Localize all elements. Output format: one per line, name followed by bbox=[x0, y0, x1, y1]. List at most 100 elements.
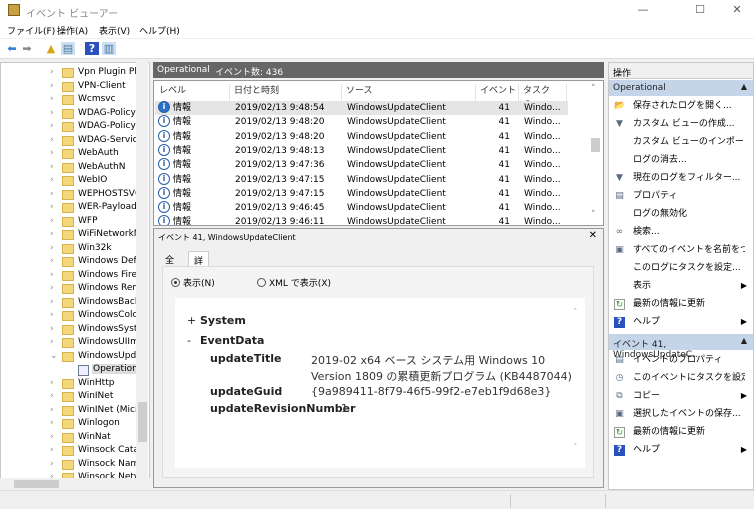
action-item[interactable]: ▤ プロパティ bbox=[609, 187, 753, 205]
tree-item[interactable]: › WiFiNetworkM bbox=[1, 229, 141, 242]
table-row[interactable]: i 情報 2019/02/13 9:47:15 WindowsUpdateClient… bbox=[155, 172, 568, 187]
tree-vertical-scrollbar[interactable] bbox=[136, 62, 148, 478]
chevron-right-icon[interactable]: › bbox=[50, 459, 54, 469]
tree-item[interactable]: › Windows Rem bbox=[1, 283, 141, 296]
up-folder-icon[interactable]: ▲ bbox=[44, 42, 58, 55]
tree-item[interactable]: › WebIO bbox=[1, 175, 141, 188]
action-item[interactable]: ログの消去... bbox=[609, 151, 753, 169]
chevron-right-icon[interactable]: › bbox=[50, 391, 54, 401]
column-header[interactable]: レベル bbox=[155, 84, 230, 101]
tree-item[interactable]: › WebAuth bbox=[1, 148, 141, 161]
chevron-right-icon[interactable]: › bbox=[50, 310, 54, 320]
tree-item[interactable]: › VPN-Client bbox=[1, 81, 141, 94]
tree-item[interactable]: › WindowsColor bbox=[1, 310, 141, 323]
chevron-right-icon[interactable]: › bbox=[50, 121, 54, 131]
tree-item[interactable]: › WDAG-PolicyE bbox=[1, 108, 141, 121]
maximize-button[interactable]: ☐ bbox=[685, 3, 715, 19]
chevron-right-icon[interactable]: › bbox=[50, 297, 54, 307]
table-row[interactable]: i 情報 2019/02/13 9:47:15 WindowsUpdateClient… bbox=[155, 186, 568, 201]
operational-section[interactable]: Operational ▲ bbox=[609, 80, 753, 96]
action-item[interactable]: このログにタスクを設定... bbox=[609, 259, 753, 277]
action-item[interactable]: ▣ すべてのイベントを名前をつ... bbox=[609, 241, 753, 259]
action-item[interactable]: ? ヘルプ ▶ bbox=[609, 441, 753, 459]
tree-item[interactable]: ⌄ WindowsUpda bbox=[1, 351, 141, 364]
column-header[interactable]: ソース bbox=[342, 84, 476, 101]
tree-horizontal-scrollbar[interactable] bbox=[0, 478, 150, 490]
eventdata-node[interactable]: EventData bbox=[200, 334, 264, 347]
action-item[interactable]: ▣ 選択したイベントの保存... bbox=[609, 405, 753, 423]
table-row[interactable]: i 情報 2019/02/13 9:48:54 WindowsUpdateClient… bbox=[155, 101, 568, 115]
tree-item[interactable]: › WinINet (Micr bbox=[1, 405, 141, 418]
table-row[interactable]: i 情報 2019/02/13 9:48:13 WindowsUpdateClient… bbox=[155, 143, 568, 158]
chevron-right-icon[interactable]: › bbox=[50, 324, 54, 334]
chevron-down-icon[interactable]: ⌄ bbox=[50, 351, 58, 361]
chevron-right-icon[interactable]: › bbox=[50, 148, 54, 158]
chevron-right-icon[interactable]: › bbox=[50, 175, 54, 185]
tree-item[interactable]: › Winsock Catal bbox=[1, 445, 141, 458]
help-icon[interactable]: ? bbox=[85, 42, 99, 55]
action-item[interactable]: 表示 ▶ bbox=[609, 277, 753, 295]
scroll-up-icon[interactable]: ˄ bbox=[573, 308, 578, 318]
column-header[interactable]: イベント ... bbox=[476, 84, 519, 110]
event-list-scrollbar[interactable]: ˄ ˅ bbox=[589, 82, 602, 224]
chevron-right-icon[interactable]: › bbox=[50, 445, 54, 455]
action-item[interactable]: ▼ 現在のログをフィルター... bbox=[609, 169, 753, 187]
chevron-right-icon[interactable]: › bbox=[50, 202, 54, 212]
tree-item[interactable]: › Winsock Name bbox=[1, 459, 141, 472]
action-item[interactable]: ▤ イベントのプロパティ bbox=[609, 351, 753, 369]
chevron-right-icon[interactable]: › bbox=[50, 189, 54, 199]
show-hide-action-pane-icon[interactable]: ▥ bbox=[102, 42, 116, 55]
chevron-right-icon[interactable]: › bbox=[50, 135, 54, 145]
forward-arrow-icon[interactable]: ➡ bbox=[20, 42, 34, 55]
chevron-right-icon[interactable]: › bbox=[50, 81, 54, 91]
xml-view-radio[interactable]: XML で表示(X) bbox=[257, 276, 331, 289]
action-item[interactable]: ログの無効化 bbox=[609, 205, 753, 223]
tree-item[interactable]: › WinINet bbox=[1, 391, 141, 404]
tree-item[interactable]: › WDAG-PolicyE bbox=[1, 121, 141, 134]
action-item[interactable]: ↻ 最新の情報に更新 bbox=[609, 295, 753, 313]
chevron-right-icon[interactable]: › bbox=[50, 229, 54, 239]
tree-item[interactable]: › Wcmsvc bbox=[1, 94, 141, 107]
tree-item[interactable]: › Win32k bbox=[1, 243, 141, 256]
column-header[interactable]: 日付と時刻 bbox=[230, 84, 342, 101]
back-arrow-icon[interactable]: ⬅ bbox=[5, 42, 19, 55]
table-row[interactable]: i 情報 2019/02/13 9:48:20 WindowsUpdateClient… bbox=[155, 129, 568, 144]
tree-item[interactable]: › Windows Firev bbox=[1, 270, 141, 283]
chevron-right-icon[interactable]: › bbox=[50, 243, 54, 253]
tree-item[interactable]: › WEPHOSTSVC bbox=[1, 189, 141, 202]
menu-file[interactable]: ファイル(F) bbox=[7, 24, 55, 37]
tree-item[interactable]: › Windows Defe bbox=[1, 256, 141, 269]
chevron-right-icon[interactable]: › bbox=[50, 405, 54, 415]
chevron-right-icon[interactable]: › bbox=[50, 162, 54, 172]
chevron-right-icon[interactable]: › bbox=[50, 432, 54, 442]
column-header[interactable]: タスクの... bbox=[519, 84, 567, 110]
collapse-up-icon[interactable]: ▲ bbox=[741, 82, 747, 91]
tree-item[interactable]: › Winlogon bbox=[1, 418, 141, 431]
friendly-view-radio[interactable]: 表示(N) bbox=[171, 276, 215, 289]
tree-item[interactable]: Operational bbox=[1, 364, 141, 377]
tree-item[interactable]: › Vpn Plugin Pla bbox=[1, 67, 141, 80]
chevron-right-icon[interactable]: › bbox=[50, 418, 54, 428]
chevron-right-icon[interactable]: › bbox=[50, 256, 54, 266]
scroll-down-icon[interactable]: ˅ bbox=[573, 443, 578, 453]
tree-item[interactable]: › WebAuthN bbox=[1, 162, 141, 175]
action-item[interactable]: ∞ 検索... bbox=[609, 223, 753, 241]
chevron-right-icon[interactable]: › bbox=[50, 67, 54, 77]
tree-item[interactable]: › WFP bbox=[1, 216, 141, 229]
chevron-right-icon[interactable]: › bbox=[50, 378, 54, 388]
chevron-right-icon[interactable]: › bbox=[50, 283, 54, 293]
table-row[interactable]: i 情報 2019/02/13 9:46:11 WindowsUpdateClient… bbox=[155, 215, 568, 225]
tree-item[interactable]: › WindowsBack bbox=[1, 297, 141, 310]
menu-help[interactable]: ヘルプ(H) bbox=[139, 24, 180, 37]
tree-item[interactable]: › WindowsSyste bbox=[1, 324, 141, 337]
tree-item[interactable]: › WindowsUIImm bbox=[1, 337, 141, 350]
eventdata-collapse-toggle[interactable]: - bbox=[187, 334, 191, 347]
table-row[interactable]: i 情報 2019/02/13 9:46:45 WindowsUpdateClient… bbox=[155, 201, 568, 215]
tree-item[interactable]: › WDAG-Service bbox=[1, 135, 141, 148]
action-item[interactable]: ? ヘルプ ▶ bbox=[609, 313, 753, 331]
tree-item[interactable]: › WER-PayloadH bbox=[1, 202, 141, 215]
menu-view[interactable]: 表示(V) bbox=[99, 24, 130, 37]
tab-details[interactable]: 詳細 bbox=[188, 251, 210, 280]
action-item[interactable]: ▼ カスタム ビューの作成... bbox=[609, 115, 753, 133]
tree-item[interactable]: › WinHttp bbox=[1, 378, 141, 391]
